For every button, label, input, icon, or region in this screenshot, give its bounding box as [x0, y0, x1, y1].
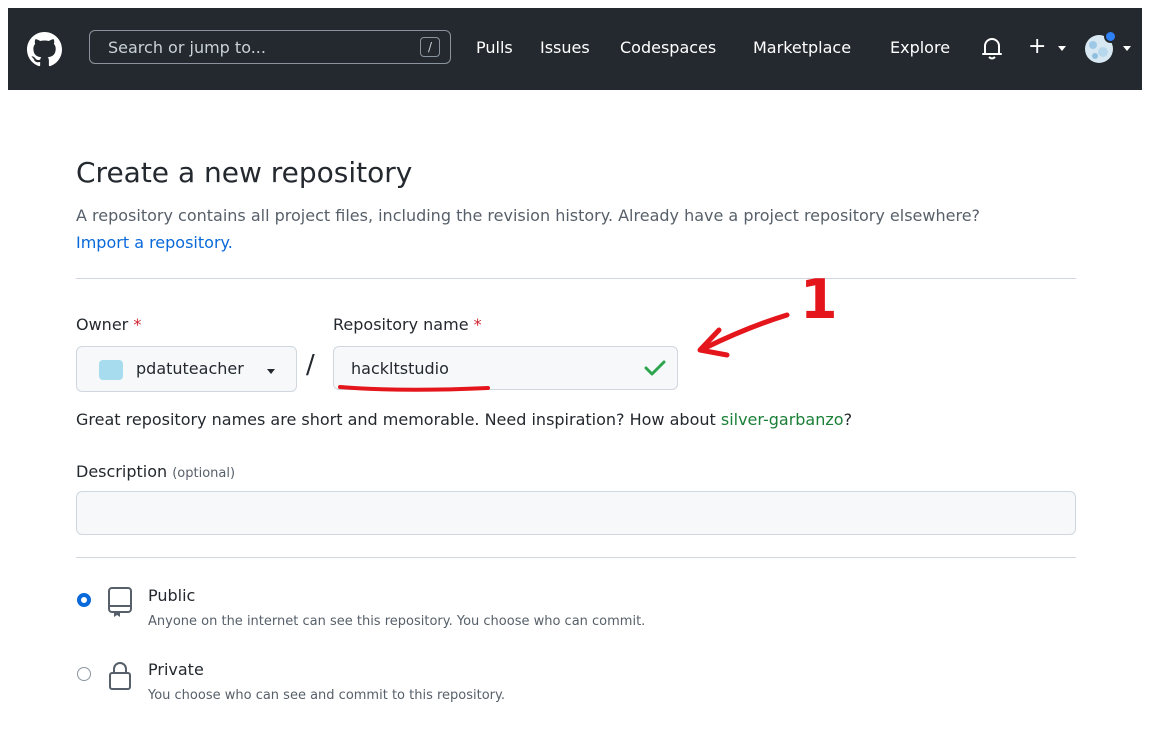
repository-name-input[interactable]	[333, 346, 678, 390]
repo-icon	[108, 587, 132, 617]
required-marker: *	[133, 315, 142, 334]
bell-icon[interactable]	[981, 36, 1003, 60]
name-hint: Great repository names are short and mem…	[76, 410, 852, 429]
repo-label-text: Repository name	[333, 315, 469, 334]
public-title: Public	[148, 586, 196, 605]
owner-select[interactable]: pdatuteacher	[76, 346, 297, 392]
nav-pulls[interactable]: Pulls	[476, 38, 513, 57]
search-input[interactable]: Search or jump to... /	[89, 30, 451, 64]
search-placeholder: Search or jump to...	[108, 38, 266, 57]
nav-marketplace[interactable]: Marketplace	[753, 38, 851, 57]
chevron-down-icon	[1123, 46, 1131, 51]
name-suggestion-link[interactable]: silver-garbanzo	[721, 410, 844, 429]
owner-value: pdatuteacher	[136, 359, 244, 378]
search-shortcut-badge: /	[420, 37, 440, 57]
nav-issues[interactable]: Issues	[540, 38, 590, 57]
private-title: Private	[148, 660, 204, 679]
hint-text: Great repository names are short and mem…	[76, 410, 716, 429]
chevron-down-icon	[1058, 46, 1066, 51]
annotation-arrow-head	[697, 327, 730, 358]
description-input[interactable]	[76, 491, 1076, 535]
global-header: Search or jump to... / Pulls Issues Code…	[8, 8, 1142, 90]
divider	[76, 278, 1076, 279]
divider	[76, 557, 1076, 558]
nav-explore[interactable]: Explore	[890, 38, 950, 57]
page-description: A repository contains all project files,…	[76, 202, 1036, 256]
required-marker: *	[473, 315, 482, 334]
nav-codespaces[interactable]: Codespaces	[620, 38, 716, 57]
github-logo-icon[interactable]	[27, 32, 62, 67]
owner-avatar	[99, 360, 123, 380]
private-radio[interactable]	[77, 667, 91, 681]
annotation-arrow-shaft	[702, 312, 790, 351]
import-repository-link[interactable]: Import a repository.	[76, 233, 233, 252]
repository-name-label: Repository name *	[333, 315, 482, 334]
private-description: You choose who can see and commit to thi…	[148, 688, 505, 703]
page-title: Create a new repository	[76, 156, 413, 189]
description-label: Description (optional)	[76, 462, 235, 481]
lead-text: A repository contains all project files,…	[76, 206, 981, 225]
public-radio[interactable]	[77, 593, 91, 607]
description-label-text: Description	[76, 462, 168, 481]
owner-repo-separator: /	[306, 350, 315, 380]
notification-dot	[1104, 30, 1117, 43]
owner-label: Owner *	[76, 315, 141, 334]
optional-marker: (optional)	[172, 466, 236, 481]
hint-end: ?	[843, 410, 853, 429]
chevron-down-icon	[267, 369, 275, 374]
check-icon	[644, 360, 666, 376]
public-description: Anyone on the internet can see this repo…	[148, 614, 646, 629]
create-new-icon[interactable]: +	[1028, 34, 1046, 59]
lock-icon	[109, 662, 131, 690]
owner-label-text: Owner	[76, 315, 129, 334]
